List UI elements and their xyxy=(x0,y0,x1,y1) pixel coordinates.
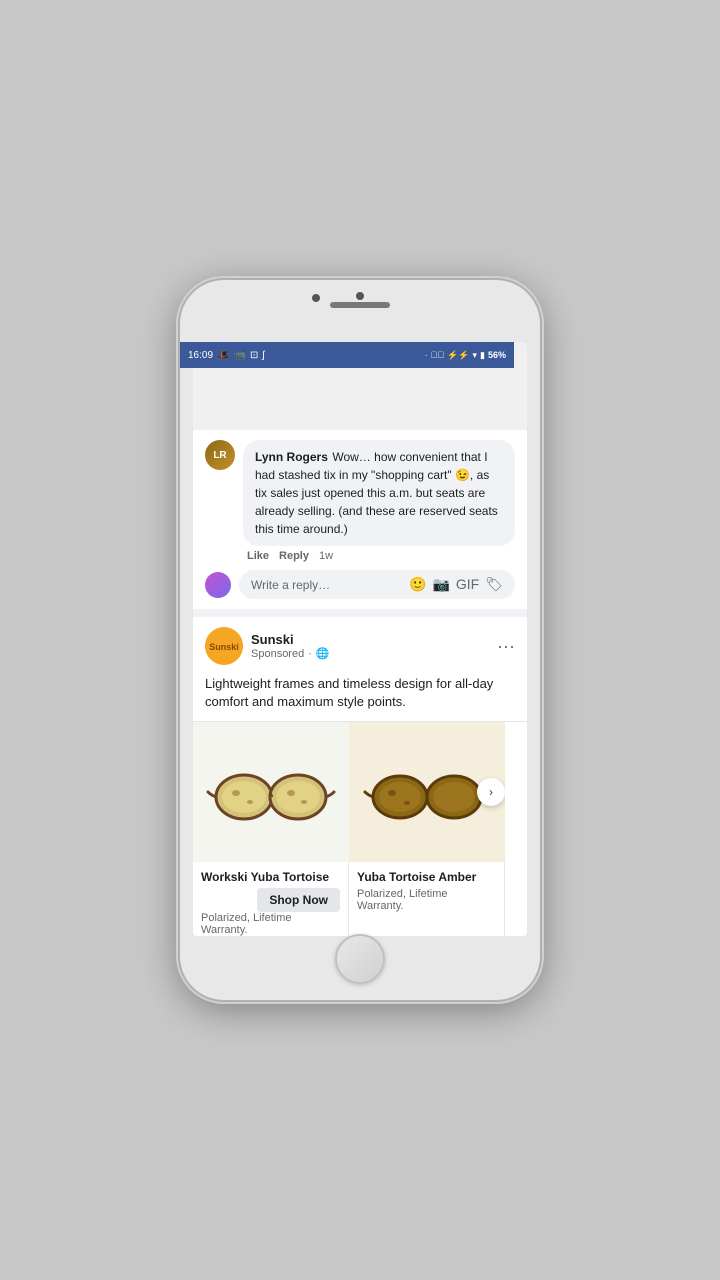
comment-item: LR Lynn Rogers Wow… how convenient that … xyxy=(205,440,515,562)
comment-actions: Like Reply 1w xyxy=(243,550,515,562)
post-header: Sunski Sunski Sponsored · 🌐 ··· xyxy=(193,617,527,675)
product-image-2: › xyxy=(349,722,505,862)
home-button[interactable] xyxy=(335,934,385,984)
reply-action[interactable]: Reply xyxy=(279,550,309,562)
phone-device: 16:09 🎩 📹 ⊡ ʃ · ▷⃝ ⚡⚡ ▾ ▮ 56% LR Lyn xyxy=(180,280,540,1000)
product-card-2: › Yuba Tortoise Amber Polarized, Lifetim… xyxy=(349,722,505,936)
post-text: Lightweight frames and timeless design f… xyxy=(193,675,527,721)
svg-text:Sunski: Sunski xyxy=(209,642,239,652)
camera-dot xyxy=(356,292,364,300)
product-info-1: Workski Yuba Tortoise Shop Now Polarized… xyxy=(193,862,348,936)
ad-post: Sunski Sunski Sponsored · 🌐 ··· xyxy=(193,617,527,936)
reply-input-box[interactable]: Write a reply… 🙂 📷 GIF 🏷 xyxy=(239,570,515,599)
product-card-1: Workski Yuba Tortoise Shop Now Polarized… xyxy=(193,722,349,936)
reply-input-row: Write a reply… 🙂 📷 GIF 🏷 xyxy=(205,570,515,599)
status-time: 16:09 xyxy=(188,350,213,361)
status-right: · ▷⃝ ⚡⚡ ▾ ▮ 56% xyxy=(425,350,506,361)
icon-dot: · xyxy=(425,350,428,360)
comment-author: Lynn Rogers xyxy=(255,450,328,464)
product-info-2: Yuba Tortoise Amber Polarized, Lifetime … xyxy=(349,862,504,920)
more-dots-btn[interactable]: ··· xyxy=(497,636,515,657)
icon-signal: ⚡⚡ xyxy=(447,350,469,361)
reply-placeholder: Write a reply… xyxy=(251,578,330,592)
reply-icons: 🙂 📷 GIF 🏷 xyxy=(409,576,503,593)
emoji-icon[interactable]: 🙂 xyxy=(409,576,426,593)
product-warranty-1: Polarized, Lifetime Warranty. xyxy=(201,912,340,936)
front-camera xyxy=(312,294,320,302)
icon-square: ⊡ xyxy=(250,350,258,361)
screen-wrapper: LR Lynn Rogers Wow… how convenient that … xyxy=(193,342,527,936)
next-btn[interactable]: › xyxy=(477,778,505,806)
shop-now-button[interactable]: Shop Now xyxy=(257,888,340,912)
product-name-2: Yuba Tortoise Amber xyxy=(357,870,496,884)
product-carousel[interactable]: Workski Yuba Tortoise Shop Now Polarized… xyxy=(193,721,527,936)
product-name-1: Workski Yuba Tortoise xyxy=(201,870,340,884)
sponsored-label: Sponsored · 🌐 xyxy=(251,647,330,660)
sunski-logo: Sunski xyxy=(205,627,243,665)
icon-wifi: ▾ xyxy=(473,350,478,361)
product-warranty-2: Polarized, Lifetime Warranty. xyxy=(357,888,496,912)
battery-pct: 56% xyxy=(488,350,506,360)
status-bar: 16:09 🎩 📹 ⊡ ʃ · ▷⃝ ⚡⚡ ▾ ▮ 56% xyxy=(180,342,514,368)
icon-cast: ▷⃝ xyxy=(431,350,445,360)
icon-hat: 🎩 xyxy=(217,350,229,361)
globe-icon: 🌐 xyxy=(316,647,330,660)
avatar-lynn: LR xyxy=(205,440,235,470)
camera-icon[interactable]: 📷 xyxy=(432,576,449,593)
post-meta: Sunski Sponsored · 🌐 xyxy=(251,632,330,660)
comment-bubble: Lynn Rogers Wow… how convenient that I h… xyxy=(243,440,515,546)
reply-avatar xyxy=(205,572,231,598)
feed-scroll[interactable]: LR Lynn Rogers Wow… how convenient that … xyxy=(193,430,527,936)
product-image-1 xyxy=(193,722,349,862)
sticker-icon[interactable]: 🏷 xyxy=(485,576,503,593)
status-left: 16:09 🎩 📹 ⊡ ʃ xyxy=(188,350,265,361)
icon-video: 📹 xyxy=(233,350,245,361)
icon-music: ʃ xyxy=(262,350,264,361)
comment-time: 1w xyxy=(319,550,333,562)
icon-battery: ▮ xyxy=(480,350,485,361)
comment-section: LR Lynn Rogers Wow… how convenient that … xyxy=(193,430,527,609)
brand-name: Sunski xyxy=(251,632,330,647)
like-action[interactable]: Like xyxy=(247,550,269,562)
speaker xyxy=(330,302,390,308)
gif-icon[interactable]: GIF xyxy=(456,576,479,593)
post-header-left: Sunski Sunski Sponsored · 🌐 xyxy=(205,627,330,665)
